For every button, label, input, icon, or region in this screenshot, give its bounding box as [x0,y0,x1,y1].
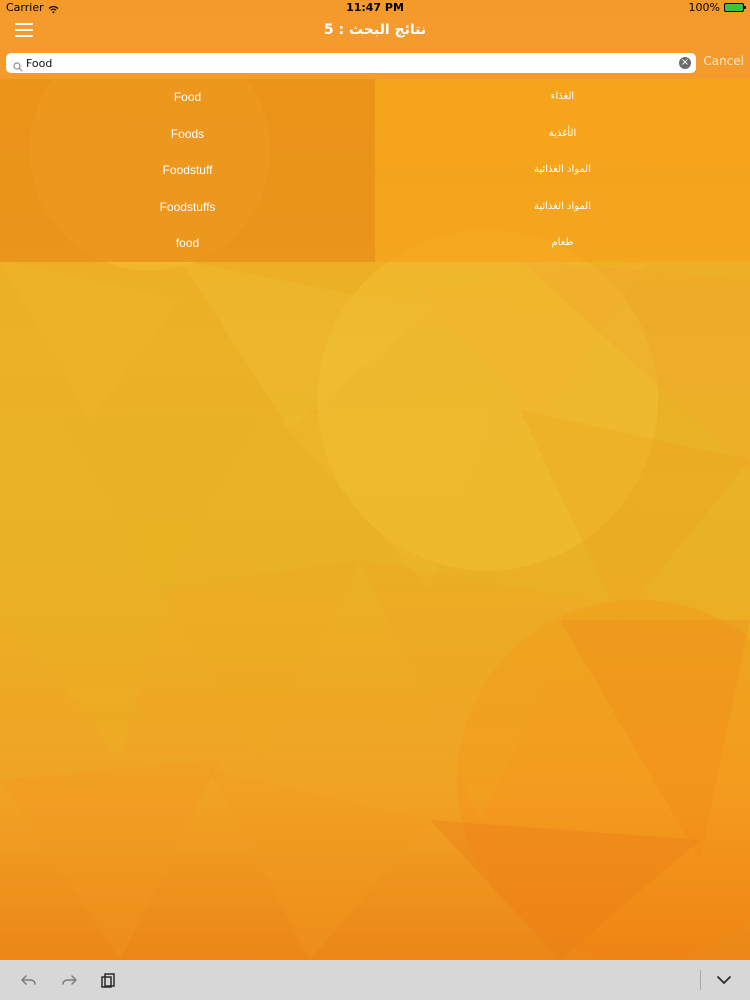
status-right: 100% [688,0,746,15]
status-time: 11:47 PM [346,1,404,14]
toolbar-divider [700,970,701,990]
english-result: Food [0,79,375,116]
page-title: نتائج البحث : 5 [323,22,427,38]
search-input[interactable] [26,53,676,73]
results-list: Food الغذاء Foods الأغذية Foodstuff المو… [0,79,750,262]
result-row[interactable]: Food الغذاء [0,79,750,116]
english-result: Foods [0,115,375,153]
result-row[interactable]: Foods الأغذية [0,115,750,153]
search-box[interactable]: × [6,53,696,73]
undo-icon[interactable] [20,971,38,989]
english-result: Foodstuff [0,152,375,189]
status-bar: Carrier 11:47 PM 100% [0,0,750,15]
navigation-bar: نتائج البحث : 5 [0,15,750,48]
arabic-result: المواد الغذائية [375,188,750,226]
english-result: food [0,225,375,262]
bottom-toolbar [0,960,750,1000]
clear-search-icon[interactable]: × [679,57,691,69]
result-row[interactable]: food طعام [0,225,750,262]
redo-icon[interactable] [60,971,78,989]
result-row[interactable]: Foodstuff المواد الغذائية [0,152,750,189]
result-row[interactable]: Foodstuffs المواد الغذائية [0,188,750,226]
battery-percent: 100% [688,1,720,14]
battery-icon [724,3,746,12]
cancel-button[interactable]: Cancel [703,54,744,68]
search-icon [13,57,23,72]
chevron-down-icon[interactable] [715,971,733,989]
arabic-result: الأغذية [375,115,750,153]
english-result: Foodstuffs [0,188,375,226]
arabic-result: المواد الغذائية [375,152,750,189]
arabic-result: الغذاء [375,79,750,116]
search-bar: × Cancel [0,48,750,79]
paste-icon[interactable] [100,971,118,989]
arabic-result: طعام [375,225,750,262]
